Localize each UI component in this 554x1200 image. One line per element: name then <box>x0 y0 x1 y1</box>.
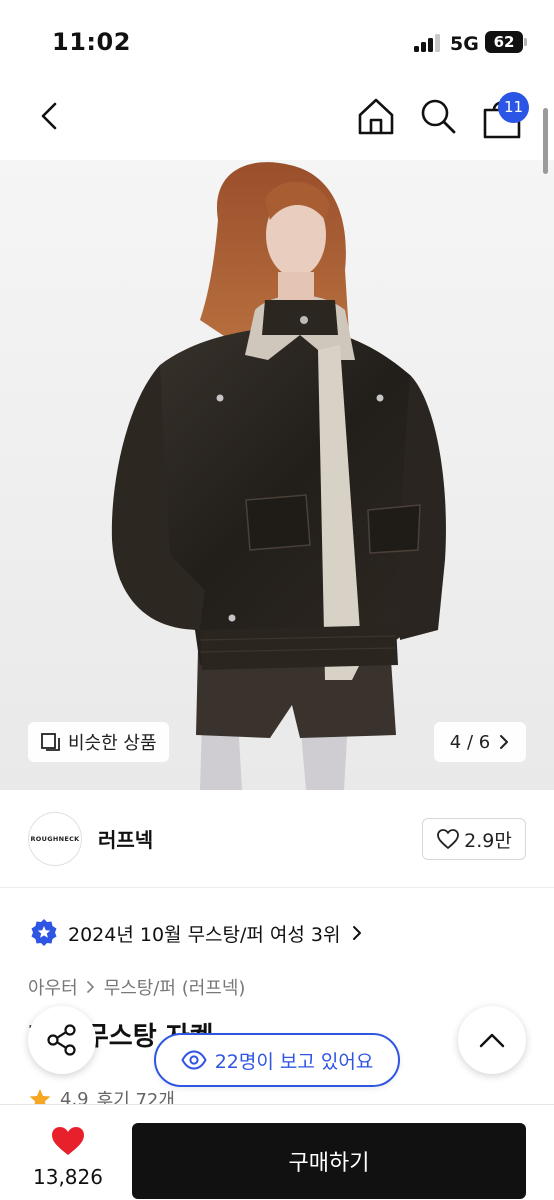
battery-icon: 62 <box>485 31 523 53</box>
cart-count-badge: 11 <box>498 92 529 123</box>
ranking-badge-icon <box>31 919 57 946</box>
signal-icon <box>414 34 442 52</box>
scrollbar[interactable] <box>543 108 548 174</box>
chevron-up-icon <box>479 1033 505 1048</box>
breadcrumb-parent[interactable]: 아우터 <box>28 974 78 1000</box>
share-icon <box>47 1024 76 1056</box>
product-image[interactable]: 비슷한 상품 4 / 6 <box>0 160 554 790</box>
status-time: 11:02 <box>52 28 131 56</box>
breadcrumb: 아우터 무스탕/퍼 (러프넥) <box>28 974 245 1000</box>
share-button[interactable] <box>28 1006 96 1074</box>
brand-logo[interactable]: ROUGHNECK <box>28 812 82 866</box>
viewers-count-pill: 22명이 보고 있어요 <box>154 1033 400 1087</box>
wishlist-count: 13,826 <box>33 1165 103 1189</box>
back-button[interactable] <box>28 94 72 138</box>
viewers-text: 22명이 보고 있어요 <box>214 1050 374 1073</box>
brand-name[interactable]: 러프넥 <box>98 824 153 853</box>
search-button[interactable] <box>416 94 460 138</box>
chevron-right-icon <box>86 981 94 993</box>
brand-like-button[interactable]: 2.9만 <box>422 818 526 860</box>
buy-button[interactable]: 구매하기 <box>132 1123 526 1199</box>
breadcrumb-child[interactable]: 무스탕/퍼 (러프넥) <box>104 974 246 1000</box>
network-type: 5G <box>450 33 479 55</box>
similar-icon <box>41 733 60 751</box>
status-bar: 11:02 5G 62 <box>0 0 554 88</box>
bottom-purchase-bar: 13,826 구매하기 <box>0 1104 554 1200</box>
wishlist-button[interactable]: 13,826 <box>28 1125 108 1195</box>
page-indicator-text: 4 / 6 <box>449 731 491 753</box>
chevron-right-icon <box>500 735 509 749</box>
product-photo <box>0 160 554 790</box>
scroll-to-top-button[interactable] <box>458 1006 526 1074</box>
similar-products-button[interactable]: 비슷한 상품 <box>28 722 169 762</box>
heart-outline-icon <box>437 829 460 849</box>
ranking-link[interactable]: 2024년 10월 무스탕/퍼 여성 3위 <box>30 918 363 948</box>
battery-cap <box>524 38 527 46</box>
back-arrow-icon <box>41 102 57 130</box>
ranking-text: 2024년 10월 무스탕/퍼 여성 3위 <box>68 923 341 946</box>
heart-filled-icon <box>52 1127 84 1155</box>
search-icon <box>421 99 456 134</box>
brand-row: ROUGHNECK 러프넥 2.9만 <box>0 790 554 888</box>
chevron-right-icon <box>352 926 361 940</box>
brand-like-count: 2.9만 <box>464 829 512 852</box>
home-button[interactable] <box>354 94 398 138</box>
image-page-indicator[interactable]: 4 / 6 <box>434 722 526 762</box>
similar-products-label: 비슷한 상품 <box>68 733 157 754</box>
nav-header: 11 <box>0 88 554 160</box>
eye-icon <box>181 1050 207 1070</box>
home-icon <box>358 98 394 135</box>
